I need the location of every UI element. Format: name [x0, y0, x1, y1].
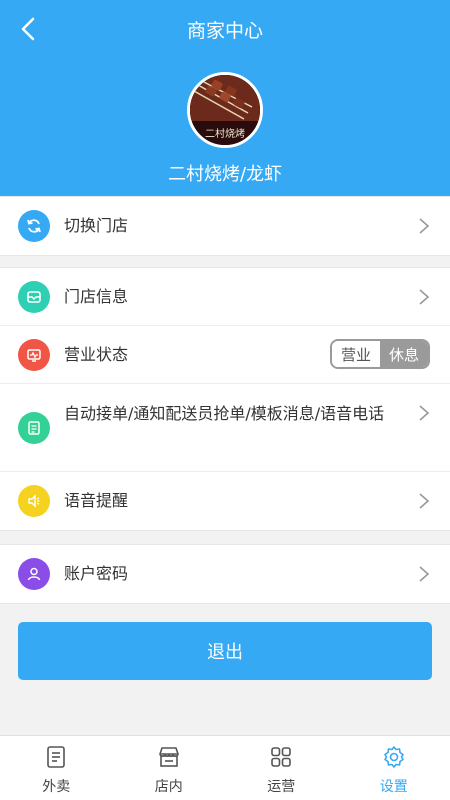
switch-store-row[interactable]: 切换门店 — [0, 197, 450, 255]
grid-icon — [271, 747, 292, 767]
status-open-option[interactable]: 营业 — [332, 341, 380, 367]
header: 商家中心 二村烧烤 二村烧烤/龙虾 — [0, 0, 450, 196]
store-settings-group: 门店信息 营业状态 营业 休息 自动接单/通知配送员抢单/模板消息/语音电话 语… — [0, 267, 450, 531]
bottom-tab-bar: 外卖 店内 运营 设置 — [0, 735, 450, 800]
document-icon — [18, 412, 50, 444]
page-title: 商家中心 — [186, 20, 263, 42]
chevron-right-icon — [419, 493, 430, 509]
logout-button[interactable]: 退出 — [18, 622, 432, 680]
status-monitor-icon — [18, 339, 50, 371]
speaker-icon — [18, 485, 50, 517]
account-password-row[interactable]: 账户密码 — [0, 545, 450, 603]
auto-order-label: 自动接单/通知配送员抢单/模板消息/语音电话 — [64, 404, 385, 423]
tab-takeout-label: 外卖 — [42, 779, 71, 795]
switch-store-group: 切换门店 — [0, 196, 450, 256]
refresh-icon — [18, 210, 50, 242]
tab-operations-label: 运营 — [267, 779, 296, 795]
voice-reminder-label: 语音提醒 — [64, 491, 129, 510]
storefront-icon — [158, 747, 179, 767]
tab-operations[interactable]: 运营 — [225, 736, 338, 800]
user-icon — [18, 558, 50, 590]
chevron-right-icon — [419, 566, 430, 582]
switch-store-label: 切换门店 — [64, 216, 129, 235]
account-group: 账户密码 — [0, 544, 450, 604]
status-closed-option[interactable]: 休息 — [380, 341, 428, 367]
chevron-right-icon — [419, 218, 430, 234]
tab-takeout[interactable]: 外卖 — [0, 736, 113, 800]
auto-order-row[interactable]: 自动接单/通知配送员抢单/模板消息/语音电话 — [0, 384, 450, 472]
business-status-label: 营业状态 — [64, 345, 129, 364]
tab-in-store-label: 店内 — [154, 779, 183, 795]
store-info-row[interactable]: 门店信息 — [0, 268, 450, 326]
store-name: 二村烧烤/龙虾 — [167, 164, 283, 185]
tab-settings-label: 设置 — [379, 779, 408, 795]
avatar-caption: 二村烧烤 — [205, 127, 245, 140]
chevron-right-icon — [419, 405, 430, 421]
gear-icon — [383, 746, 404, 768]
account-password-label: 账户密码 — [64, 564, 129, 583]
list-icon — [47, 746, 66, 768]
store-info-icon — [18, 281, 50, 313]
business-status-toggle[interactable]: 营业 休息 — [330, 339, 430, 369]
chevron-right-icon — [419, 289, 430, 305]
store-info-label: 门店信息 — [64, 287, 129, 306]
voice-reminder-row[interactable]: 语音提醒 — [0, 472, 450, 530]
business-status-row: 营业状态 营业 休息 — [0, 326, 450, 384]
tab-settings[interactable]: 设置 — [338, 736, 450, 800]
tab-in-store[interactable]: 店内 — [113, 736, 226, 800]
store-avatar-image: 二村烧烤 — [190, 75, 260, 145]
store-avatar[interactable]: 二村烧烤 — [187, 72, 263, 148]
